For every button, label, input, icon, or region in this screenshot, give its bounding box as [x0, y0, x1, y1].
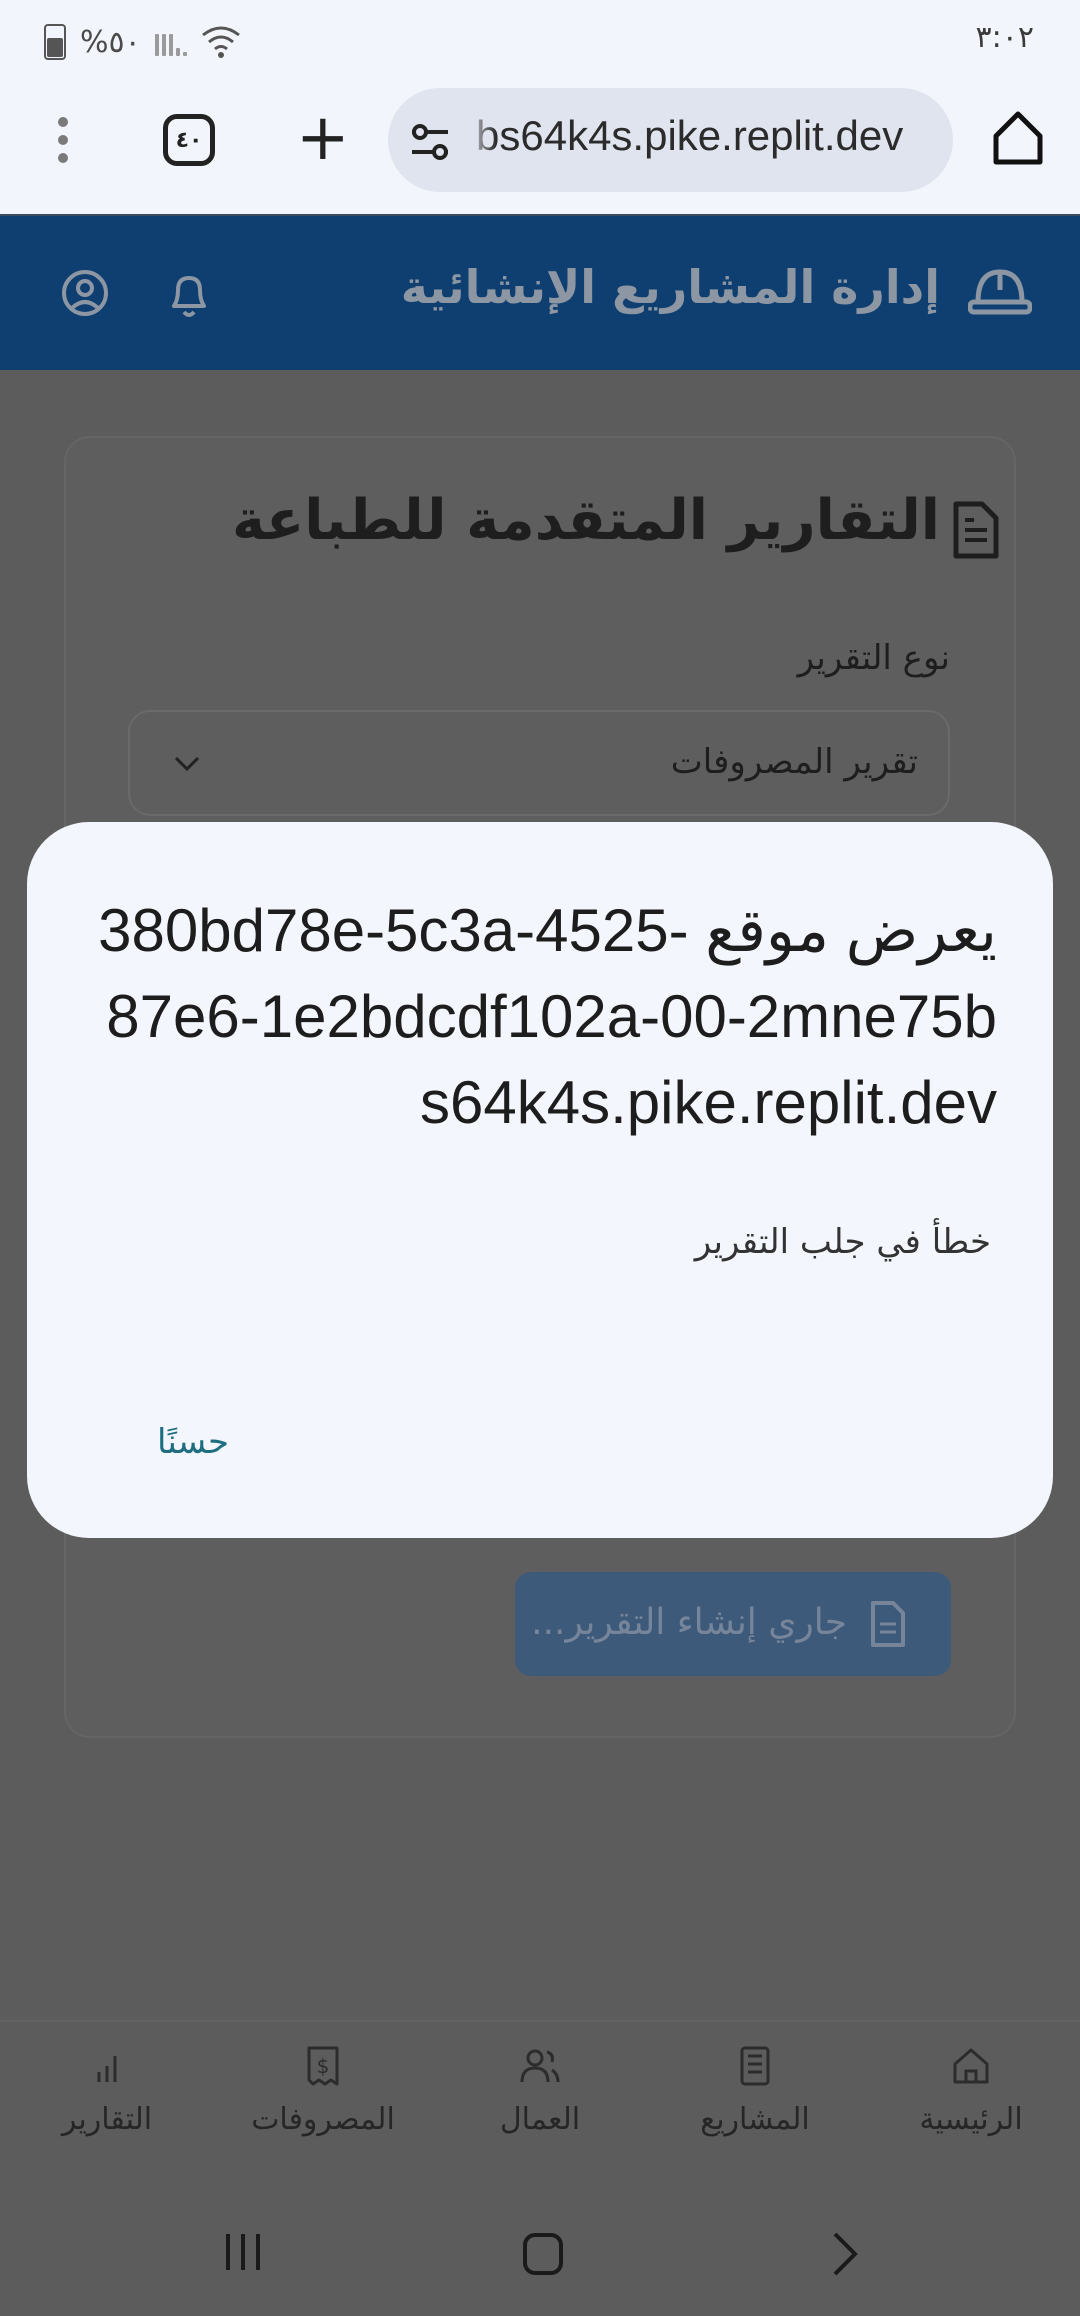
status-indicators: %٥٠: [44, 20, 241, 64]
document-icon: [871, 1601, 905, 1647]
nav-item-reports[interactable]: التقارير: [12, 2044, 202, 2164]
nav-item-expenses[interactable]: $ المصروفات: [228, 2044, 418, 2164]
browser-menu-button[interactable]: [44, 114, 82, 168]
alert-dialog: يعرض موقع 380bd78e-5c3a-4525-87e6-1e2bdc…: [27, 822, 1053, 1538]
nav-label-workers: العمال: [499, 2102, 581, 2137]
nav-label-reports: التقارير: [61, 2102, 153, 2137]
chevron-down-icon: [174, 756, 200, 772]
app-title: إدارة المشاريع الإنشائية: [400, 260, 940, 314]
profile-icon[interactable]: [60, 268, 110, 318]
dialog-message: خطأ في جلب التقرير: [694, 1222, 991, 1262]
notifications-bell-icon[interactable]: [166, 270, 212, 320]
building-icon: [740, 2046, 770, 2086]
helmet-icon: [968, 269, 1032, 315]
nav-label-home: الرئيسية: [919, 2102, 1023, 2137]
nav-item-home[interactable]: الرئيسية: [876, 2044, 1066, 2164]
users-icon: [520, 2049, 560, 2083]
system-home-icon[interactable]: [522, 2232, 564, 2276]
nav-item-projects[interactable]: المشاريع: [660, 2044, 850, 2164]
document-icon: [953, 501, 999, 559]
tab-switcher-button[interactable]: ٤٠: [163, 114, 215, 166]
generate-report-label: جاري إنشاء التقرير...: [531, 1602, 847, 1643]
generate-report-button[interactable]: جاري إنشاء التقرير...: [515, 1572, 951, 1676]
nav-item-workers[interactable]: العمال: [445, 2044, 635, 2164]
bottom-navigation: الرئيسية المشاريع العمال $ المصروفات الت…: [0, 2020, 1080, 2182]
report-type-value: تقرير المصروفات: [670, 742, 918, 782]
new-tab-button[interactable]: +: [296, 106, 350, 170]
recents-icon[interactable]: [220, 2232, 266, 2272]
bar-chart-icon: [97, 2056, 117, 2082]
battery-icon: [44, 24, 66, 60]
battery-level: %٥٠: [80, 24, 141, 60]
site-settings-icon[interactable]: [408, 122, 452, 162]
home-icon: [953, 2048, 989, 2084]
dialog-title: يعرض موقع 380bd78e-5c3a-4525-87e6-1e2bdc…: [98, 897, 997, 1136]
report-type-select[interactable]: تقرير المصروفات: [128, 710, 950, 816]
back-icon[interactable]: [830, 2230, 860, 2278]
status-time: ٣:٠٢: [975, 20, 1034, 55]
svg-text:$: $: [317, 2054, 330, 2078]
ok-button[interactable]: حسنًا: [147, 1412, 239, 1472]
report-type-label: نوع التقرير: [797, 638, 950, 678]
url-text[interactable]: bs64k4s.pike.replit.dev: [476, 112, 903, 160]
address-bar[interactable]: bs64k4s.pike.replit.dev: [388, 88, 953, 192]
nav-label-expenses: المصروفات: [251, 2102, 395, 2137]
browser-home-icon[interactable]: [990, 108, 1046, 168]
wifi-icon: [201, 26, 240, 58]
nav-label-projects: المشاريع: [700, 2102, 810, 2137]
card-title: التقارير المتقدمة للطباعة: [232, 488, 940, 553]
receipt-icon: $: [307, 2046, 339, 2086]
signal-icon: [154, 28, 187, 56]
